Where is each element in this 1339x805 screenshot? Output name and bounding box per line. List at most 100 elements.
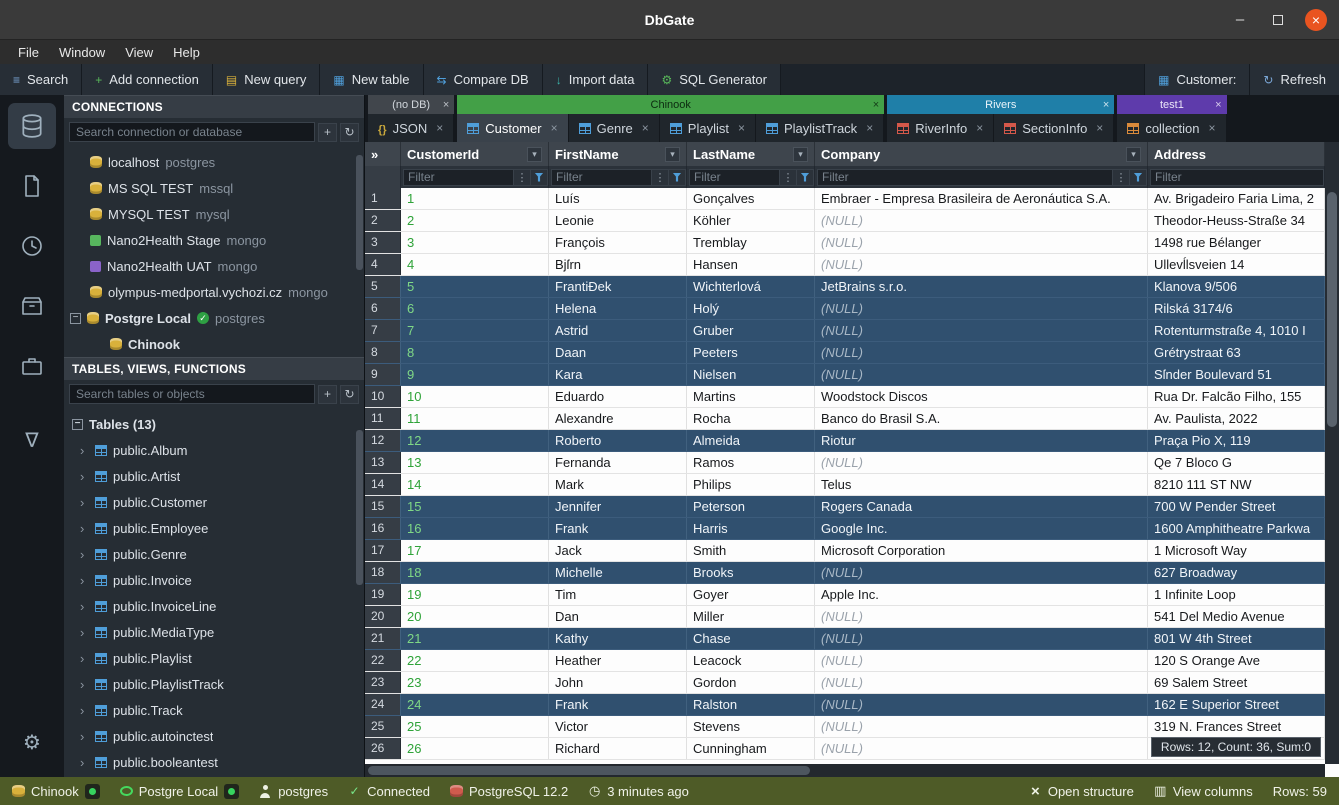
cell-firstname[interactable]: Alexandre bbox=[549, 408, 687, 429]
collapse-icon[interactable]: − bbox=[70, 313, 81, 324]
cell-customerid[interactable]: 22 bbox=[401, 650, 549, 671]
column-header-company[interactable]: Company▾ bbox=[815, 142, 1148, 166]
table-item[interactable]: › public.Customer bbox=[64, 489, 364, 515]
connection-item[interactable]: − Nano2Health UAT ✓ mongo bbox=[64, 253, 364, 279]
connection-item[interactable]: − Postgre Local ✓ postgres bbox=[64, 305, 364, 331]
cell-firstname[interactable]: Kathy bbox=[549, 628, 687, 649]
cell-address[interactable]: 319 N. Frances Street bbox=[1148, 716, 1325, 737]
table-row[interactable]: 2 2 Leonie Köhler (NULL) Theodor-Heuss-S… bbox=[365, 210, 1325, 232]
file-tab[interactable]: Genre × bbox=[569, 114, 660, 142]
cell-company[interactable]: (NULL) bbox=[815, 716, 1148, 737]
cell-lastname[interactable]: Goyer bbox=[687, 584, 815, 605]
chevron-right-icon[interactable]: › bbox=[80, 573, 89, 588]
table-row[interactable]: 12 12 Roberto Almeida Riotur Praça Pio X… bbox=[365, 430, 1325, 452]
table-row[interactable]: 13 13 Fernanda Ramos (NULL) Qe 7 Bloco G bbox=[365, 452, 1325, 474]
cell-address[interactable]: 627 Broadway bbox=[1148, 562, 1325, 583]
cell-address[interactable]: Ullevĺlsveien 14 bbox=[1148, 254, 1325, 275]
cell-firstname[interactable]: Jack bbox=[549, 540, 687, 561]
table-row[interactable]: 6 6 Helena Holý (NULL) Rilská 3174/6 bbox=[365, 298, 1325, 320]
settings-button[interactable]: ⚙ bbox=[8, 719, 56, 765]
toolbar-button[interactable]: ↓ Import data bbox=[543, 64, 649, 95]
cell-firstname[interactable]: Frank bbox=[549, 518, 687, 539]
table-item[interactable]: › public.autoinctest bbox=[64, 723, 364, 749]
cell-customerid[interactable]: 9 bbox=[401, 364, 549, 385]
cell-customerid[interactable]: 12 bbox=[401, 430, 549, 451]
cell-lastname[interactable]: Smith bbox=[687, 540, 815, 561]
cell-firstname[interactable]: Dan bbox=[549, 606, 687, 627]
cell-address[interactable]: Sſnder Boulevard 51 bbox=[1148, 364, 1325, 385]
cell-company[interactable]: (NULL) bbox=[815, 320, 1148, 341]
close-icon[interactable]: × bbox=[436, 121, 443, 135]
table-item[interactable]: › public.booleantest bbox=[64, 749, 364, 775]
table-item[interactable]: › public.Employee bbox=[64, 515, 364, 541]
cell-company[interactable]: (NULL) bbox=[815, 298, 1148, 319]
cell-address[interactable]: Klanova 9/506 bbox=[1148, 276, 1325, 297]
cell-lastname[interactable]: Harris bbox=[687, 518, 815, 539]
cell-address[interactable]: 541 Del Medio Avenue bbox=[1148, 606, 1325, 627]
database-item-chinook[interactable]: Chinook bbox=[64, 331, 364, 357]
cell-company[interactable]: Riotur bbox=[815, 430, 1148, 451]
cell-lastname[interactable]: Ralston bbox=[687, 694, 815, 715]
table-row[interactable]: 23 23 John Gordon (NULL) 69 Salem Street bbox=[365, 672, 1325, 694]
connections-scrollbar[interactable] bbox=[356, 155, 363, 270]
table-row[interactable]: 7 7 Astrid Gruber (NULL) Rotenturmstraße… bbox=[365, 320, 1325, 342]
table-row[interactable]: 9 9 Kara Nielsen (NULL) Sſnder Boulevard… bbox=[365, 364, 1325, 386]
cell-company[interactable]: Telus bbox=[815, 474, 1148, 495]
cell-company[interactable]: (NULL) bbox=[815, 672, 1148, 693]
cell-address[interactable]: 1 Microsoft Way bbox=[1148, 540, 1325, 561]
file-tab[interactable]: SectionInfo × bbox=[994, 114, 1114, 142]
table-row[interactable]: 16 16 Frank Harris Google Inc. 1600 Amph… bbox=[365, 518, 1325, 540]
tables-group[interactable]: − Tables (13) bbox=[64, 411, 364, 437]
status-item[interactable]: Postgre Local bbox=[120, 784, 240, 799]
cell-firstname[interactable]: Frank bbox=[549, 694, 687, 715]
chevron-right-icon[interactable]: › bbox=[80, 547, 89, 562]
table-row[interactable]: 3 3 François Tremblay (NULL) 1498 rue Bé… bbox=[365, 232, 1325, 254]
cell-customerid[interactable]: 21 bbox=[401, 628, 549, 649]
table-row[interactable]: 21 21 Kathy Chase (NULL) 801 W 4th Stree… bbox=[365, 628, 1325, 650]
cell-firstname[interactable]: Leonie bbox=[549, 210, 687, 231]
close-icon[interactable]: × bbox=[873, 99, 879, 111]
toolbar-button[interactable]: ↻ Refresh bbox=[1249, 64, 1339, 95]
close-button[interactable]: × bbox=[1305, 9, 1327, 31]
connection-item[interactable]: − localhost ✓ postgres bbox=[64, 149, 364, 175]
cell-firstname[interactable]: Eduardo bbox=[549, 386, 687, 407]
filter-input[interactable] bbox=[689, 169, 780, 186]
filter-input[interactable] bbox=[817, 169, 1113, 186]
cell-customerid[interactable]: 8 bbox=[401, 342, 549, 363]
table-row[interactable]: 14 14 Mark Philips Telus 8210 111 ST NW bbox=[365, 474, 1325, 496]
table-row[interactable]: 20 20 Dan Miller (NULL) 541 Del Medio Av… bbox=[365, 606, 1325, 628]
search-tables-input[interactable] bbox=[69, 384, 315, 404]
table-row[interactable]: 15 15 Jennifer Peterson Rogers Canada 70… bbox=[365, 496, 1325, 518]
cell-company[interactable]: Embraer - Empresa Brasileira de Aeronáut… bbox=[815, 188, 1148, 209]
filter-menu-icon[interactable]: ⋮ bbox=[652, 169, 669, 186]
cell-customerid[interactable]: 6 bbox=[401, 298, 549, 319]
menu-item[interactable]: File bbox=[8, 43, 49, 62]
cell-address[interactable]: 801 W 4th Street bbox=[1148, 628, 1325, 649]
close-icon[interactable]: × bbox=[642, 121, 649, 135]
refresh-tables-button[interactable]: ↻ bbox=[340, 385, 359, 404]
column-header-customerid[interactable]: CustomerId▾ bbox=[401, 142, 549, 166]
status-item[interactable]: View columns bbox=[1154, 784, 1253, 799]
filter-menu-icon[interactable]: ⋮ bbox=[780, 169, 797, 186]
cell-customerid[interactable]: 11 bbox=[401, 408, 549, 429]
add-table-button[interactable]: + bbox=[318, 385, 337, 404]
cell-company[interactable]: (NULL) bbox=[815, 606, 1148, 627]
filter-menu-icon[interactable]: ⋮ bbox=[1113, 169, 1130, 186]
chevron-right-icon[interactable]: › bbox=[80, 599, 89, 614]
connection-item[interactable]: − Nano2Health Stage ✓ mongo bbox=[64, 227, 364, 253]
cell-lastname[interactable]: Wichterlová bbox=[687, 276, 815, 297]
horizontal-scrollbar[interactable] bbox=[365, 764, 1325, 777]
menu-item[interactable]: Window bbox=[49, 43, 115, 62]
cell-company[interactable]: (NULL) bbox=[815, 562, 1148, 583]
table-row[interactable]: 4 4 Bjſrn Hansen (NULL) Ullevĺlsveien 14 bbox=[365, 254, 1325, 276]
cell-customerid[interactable]: 1 bbox=[401, 188, 549, 209]
close-icon[interactable]: × bbox=[1215, 99, 1221, 111]
nav-history[interactable] bbox=[8, 223, 56, 269]
cell-customerid[interactable]: 20 bbox=[401, 606, 549, 627]
chevron-down-icon[interactable]: ▾ bbox=[793, 147, 808, 162]
table-row[interactable]: 24 24 Frank Ralston (NULL) 162 E Superio… bbox=[365, 694, 1325, 716]
cell-customerid[interactable]: 5 bbox=[401, 276, 549, 297]
cell-lastname[interactable]: Gordon bbox=[687, 672, 815, 693]
cell-lastname[interactable]: Gonçalves bbox=[687, 188, 815, 209]
file-tab[interactable]: JSON × bbox=[368, 114, 454, 142]
